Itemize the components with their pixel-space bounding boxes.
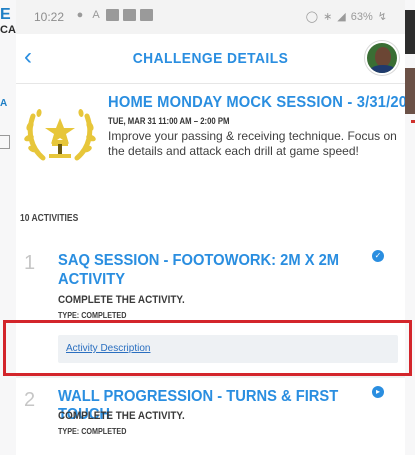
activity-type: TYPE: COMPLETED: [58, 427, 127, 436]
background-text: A: [0, 98, 8, 109]
challenge-summary: HOME MONDAY MOCK SESSION - 3/31/20 TUE, …: [16, 84, 405, 194]
avatar[interactable]: [365, 41, 399, 75]
arrow-circle-icon[interactable]: ▸: [372, 386, 384, 398]
activity-number: 2: [24, 389, 36, 411]
system-icons: ◯ ∗ ◢ 63% ↯: [305, 10, 387, 24]
challenge-description: Improve your passing & receiving techniq…: [108, 129, 397, 158]
background-text: E: [0, 6, 11, 23]
translate-icon: A: [92, 9, 100, 21]
background-image: [405, 68, 415, 114]
check-circle-icon[interactable]: ✓: [372, 250, 384, 262]
avatar-body: [369, 65, 397, 73]
activity-type: TYPE: COMPLETED: [58, 311, 127, 320]
status-bar: 10:22 ● A ◯ ∗ ◢ 63% ↯: [16, 0, 405, 34]
laurel-badge-icon: [24, 109, 96, 161]
location-icon: ●: [76, 9, 84, 21]
battery-percent: 63%: [350, 10, 373, 23]
app-icon: [106, 9, 119, 21]
background-text: CA: [0, 24, 16, 36]
challenge-title: HOME MONDAY MOCK SESSION - 3/31/20: [108, 94, 405, 111]
activity-instruction: COMPLETE THE ACTIVITY.: [58, 294, 185, 306]
background-right-panel: [405, 0, 415, 455]
phone-screen: 10:22 ● A ◯ ∗ ◢ 63% ↯ ‹ CHALLENGE DETAIL…: [16, 0, 405, 455]
activity-instruction: COMPLETE THE ACTIVITY.: [58, 410, 185, 422]
alarm-icon: ◯: [305, 11, 319, 23]
background-left-panel: E CA A: [0, 0, 16, 455]
challenge-date: TUE, MAR 31 11:00 AM – 2:00 PM: [108, 116, 230, 126]
signal-icon: ◢: [337, 11, 346, 23]
background-image: [405, 10, 415, 54]
battery-charging-icon: ↯: [377, 11, 387, 23]
app-icon: [123, 9, 136, 21]
highlight-box: [3, 320, 412, 376]
avatar-face: [375, 47, 391, 67]
activity-title-cont: ACTIVITY: [58, 271, 126, 288]
background-box: [0, 135, 10, 149]
activities-count: 10 ACTIVITIES: [20, 213, 79, 224]
activity-number: 1: [24, 252, 36, 274]
image-icon: [140, 9, 153, 21]
status-time: 10:22: [34, 10, 65, 24]
bluetooth-icon: ∗: [323, 11, 333, 23]
notification-icons: ● A: [74, 9, 153, 21]
background-mark: [411, 120, 415, 123]
app-header: ‹ CHALLENGE DETAILS: [16, 34, 405, 84]
activity-title: SAQ SESSION - FOOTOWORK: 2M X 2M: [58, 252, 340, 269]
page-title: CHALLENGE DETAILS: [132, 50, 289, 67]
